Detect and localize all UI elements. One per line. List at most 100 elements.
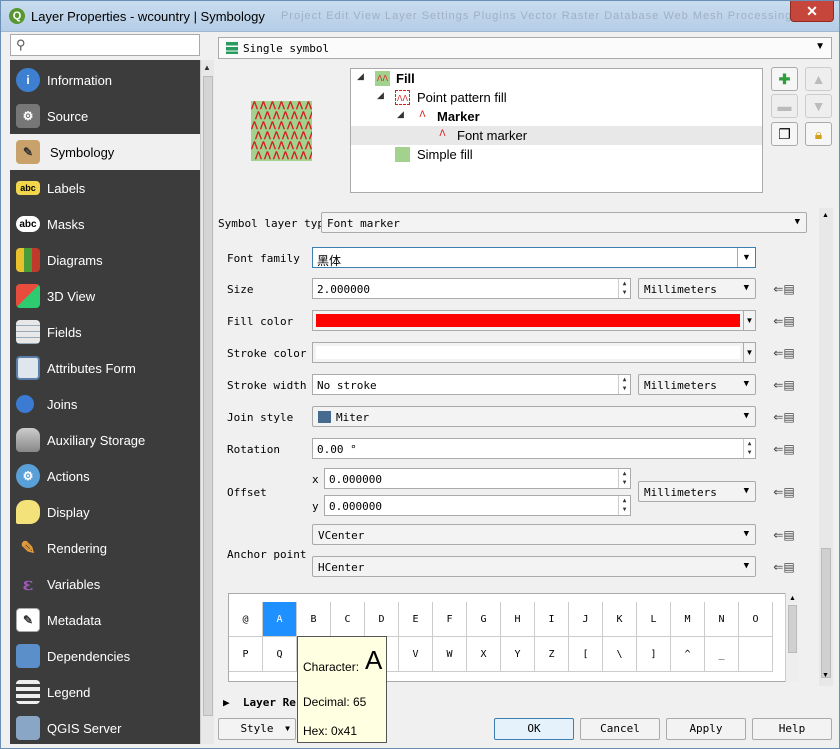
stroke-color-menu-button[interactable]: ▼ xyxy=(743,342,756,363)
search-input[interactable]: ⚲ xyxy=(10,34,200,56)
symbol-layer-type-select[interactable]: Font marker ▼ xyxy=(321,212,807,233)
sidebar-item-information[interactable]: i Information xyxy=(10,62,200,98)
fill-color-button[interactable] xyxy=(312,310,744,331)
tree-item-point-pattern-fill[interactable]: ◢ ᐱᐱ Point pattern fill xyxy=(351,88,762,107)
sidebar-item-dependencies[interactable]: Dependencies xyxy=(10,638,200,674)
spin-arrows-icon[interactable]: ▲ ▼ xyxy=(618,496,630,515)
sidebar-item-metadata[interactable]: ✎ Metadata xyxy=(10,602,200,638)
data-defined-override-button[interactable]: ⇐▤ xyxy=(771,406,797,428)
vertical-anchor-select[interactable]: VCenter ▼ xyxy=(312,524,756,545)
scroll-thumb[interactable] xyxy=(788,605,797,653)
close-button[interactable]: ✕ xyxy=(790,1,834,22)
rotation-spinbox[interactable]: 0.00 ° ▲ ▼ xyxy=(312,438,756,459)
sidebar-item-symbology[interactable]: ✎ Symbology xyxy=(10,134,200,170)
horizontal-anchor-select[interactable]: HCenter ▼ xyxy=(312,556,756,577)
chevron-down-icon[interactable]: ▼ xyxy=(737,248,755,267)
sidebar-item-joins[interactable]: Joins xyxy=(10,386,200,422)
data-defined-override-button[interactable]: ⇐▤ xyxy=(771,481,797,503)
data-defined-override-button[interactable]: ⇐▤ xyxy=(771,374,797,396)
character-cell[interactable]: G xyxy=(467,602,501,637)
panel-scrollbar[interactable]: ▲ ▼ xyxy=(819,208,833,686)
stroke-width-unit-select[interactable]: Millimeters ▼ xyxy=(638,374,756,395)
character-cell[interactable]: E xyxy=(399,602,433,637)
sidebar-item-diagrams[interactable]: Diagrams xyxy=(10,242,200,278)
size-unit-select[interactable]: Millimeters ▼ xyxy=(638,278,756,299)
tree-item-font-marker[interactable]: ᐱ Font marker xyxy=(351,126,762,145)
sidebar-item-attributes-form[interactable]: Attributes Form xyxy=(10,350,200,386)
character-cell[interactable]: I xyxy=(535,602,569,637)
apply-button[interactable]: Apply xyxy=(666,718,746,740)
data-defined-override-button[interactable]: ⇐▤ xyxy=(771,342,797,364)
character-cell[interactable]: J xyxy=(569,602,603,637)
add-layer-button[interactable]: ✚ xyxy=(771,67,798,91)
character-cell[interactable]: V xyxy=(399,637,433,672)
sidebar-item-variables[interactable]: ε Variables xyxy=(10,566,200,602)
character-cell[interactable]: N xyxy=(705,602,739,637)
sidebar-item-legend[interactable]: Legend xyxy=(10,674,200,710)
expand-arrow-icon[interactable]: ◢ xyxy=(377,90,384,101)
size-spinbox[interactable]: 2.000000 ▲ ▼ xyxy=(312,278,631,299)
sidebar-item-source[interactable]: ⚙ Source xyxy=(10,98,200,134)
character-cell[interactable]: _ xyxy=(705,637,739,672)
tree-item-marker[interactable]: ◢ ᐱ Marker xyxy=(351,107,762,126)
sidebar-item-qgis-server[interactable]: QGIS Server xyxy=(10,710,200,744)
tree-item-simple-fill[interactable]: Simple fill xyxy=(351,145,762,164)
data-defined-override-button[interactable]: ⇐▤ xyxy=(771,278,797,300)
character-cell[interactable]: A xyxy=(263,602,297,637)
character-cell[interactable]: P xyxy=(229,637,263,672)
sidebar-item-rendering[interactable]: ✎ Rendering xyxy=(10,530,200,566)
character-map-scrollbar[interactable]: ▲ xyxy=(785,593,799,682)
move-down-button[interactable]: ▼ xyxy=(805,94,832,118)
character-cell[interactable]: O xyxy=(739,602,773,637)
data-defined-override-button[interactable]: ⇐▤ xyxy=(771,556,797,578)
character-cell[interactable]: C xyxy=(331,602,365,637)
sidebar-item-auxiliary-storage[interactable]: Auxiliary Storage xyxy=(10,422,200,458)
character-cell[interactable]: \ xyxy=(603,637,637,672)
sidebar-item-actions[interactable]: ⚙ Actions xyxy=(10,458,200,494)
data-defined-override-button[interactable]: ⇐▤ xyxy=(771,438,797,460)
sidebar-item-fields[interactable]: Fields xyxy=(10,314,200,350)
expand-arrow-icon[interactable]: ◢ xyxy=(397,109,404,120)
character-cell[interactable]: L xyxy=(637,602,671,637)
scroll-thumb[interactable] xyxy=(821,548,831,678)
expand-arrow-icon[interactable]: ▶ xyxy=(223,696,230,709)
scroll-up-icon[interactable]: ▲ xyxy=(789,595,796,602)
character-cell[interactable]: F xyxy=(433,602,467,637)
lock-layer-button[interactable]: 🔒︎ xyxy=(805,122,832,146)
character-cell[interactable]: [ xyxy=(569,637,603,672)
character-cell[interactable]: D xyxy=(365,602,399,637)
sidebar-item-masks[interactable]: abc Masks xyxy=(10,206,200,242)
scroll-up-icon[interactable]: ▲ xyxy=(203,63,211,72)
character-cell[interactable]: K xyxy=(603,602,637,637)
offset-y-spinbox[interactable]: 0.000000 ▲ ▼ xyxy=(324,495,631,516)
scroll-thumb[interactable] xyxy=(203,76,213,716)
duplicate-layer-button[interactable]: ❐ xyxy=(771,122,798,146)
character-cell[interactable]: W xyxy=(433,637,467,672)
sidebar-scrollbar[interactable]: ▲ xyxy=(200,60,214,744)
fill-color-menu-button[interactable]: ▼ xyxy=(743,310,756,331)
stroke-color-button[interactable] xyxy=(312,342,744,363)
move-up-button[interactable]: ▲ xyxy=(805,67,832,91)
character-cell[interactable]: Q xyxy=(263,637,297,672)
style-button[interactable]: Style ▼ xyxy=(218,718,296,740)
character-cell[interactable]: ^ xyxy=(671,637,705,672)
spin-arrows-icon[interactable]: ▲ ▼ xyxy=(618,469,630,488)
spin-arrows-icon[interactable]: ▲ ▼ xyxy=(618,279,630,298)
character-cell[interactable]: @ xyxy=(229,602,263,637)
offset-x-spinbox[interactable]: 0.000000 ▲ ▼ xyxy=(324,468,631,489)
font-family-combobox[interactable]: 黑体 ▼ xyxy=(312,247,756,268)
sidebar-item-display[interactable]: Display xyxy=(10,494,200,530)
scroll-down-icon[interactable]: ▼ xyxy=(822,672,829,679)
renderer-select[interactable]: Single symbol ▼ xyxy=(218,37,832,59)
spin-arrows-icon[interactable]: ▲ ▼ xyxy=(618,375,630,394)
character-cell[interactable] xyxy=(739,637,773,672)
expand-arrow-icon[interactable]: ◢ xyxy=(357,71,364,82)
scroll-up-icon[interactable]: ▲ xyxy=(822,212,829,219)
remove-layer-button[interactable]: ▬ xyxy=(771,94,798,118)
character-cell[interactable]: Z xyxy=(535,637,569,672)
tree-item-fill[interactable]: ◢ ᐱᐱ Fill xyxy=(351,69,762,88)
stroke-width-spinbox[interactable]: No stroke ▲ ▼ xyxy=(312,374,631,395)
data-defined-override-button[interactable]: ⇐▤ xyxy=(771,310,797,332)
character-cell[interactable]: X xyxy=(467,637,501,672)
data-defined-override-button[interactable]: ⇐▤ xyxy=(771,524,797,546)
